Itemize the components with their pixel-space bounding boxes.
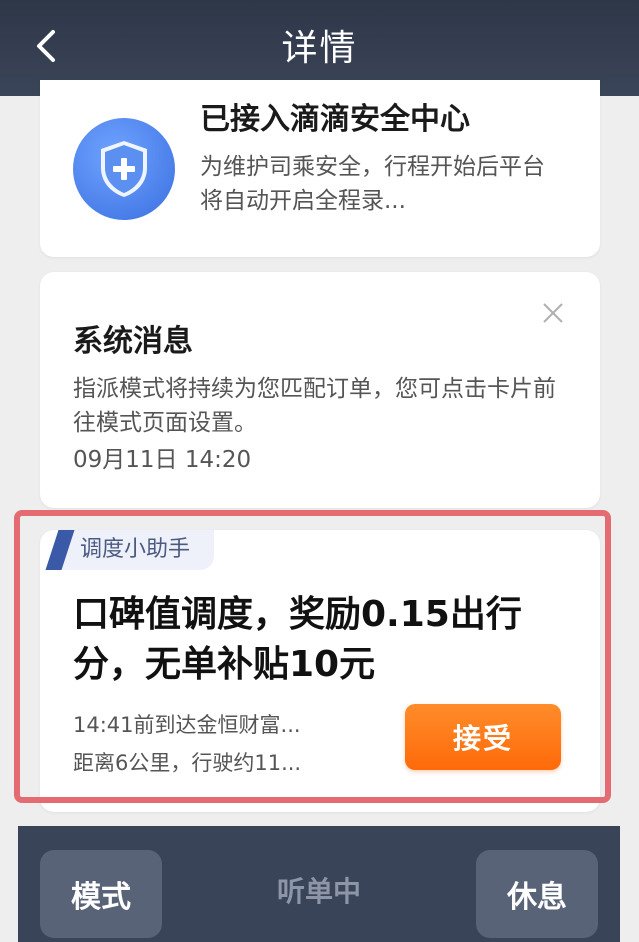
highlight-frame	[14, 510, 611, 803]
safety-title: 已接入滴滴安全中心	[200, 102, 470, 137]
system-message-body: 指派模式将持续为您匹配订单，您可点击卡片前往模式页面设置。	[73, 376, 556, 436]
system-message-time: 09月11日 14:20	[73, 447, 252, 473]
system-message-title: 系统消息	[73, 324, 193, 359]
page-title: 详情	[281, 28, 358, 69]
safety-center-card[interactable]: 已接入滴滴安全中心 为维护司乘安全，行程开始后平台将自动开启全程录...	[40, 80, 600, 257]
safety-description: 为维护司乘安全，行程开始后平台将自动开启全程录...	[200, 154, 545, 214]
shield-plus-icon	[73, 118, 175, 220]
bottom-action-bar: 模式 听单中 休息	[18, 826, 620, 942]
rest-button[interactable]: 休息	[476, 850, 598, 938]
close-icon[interactable]	[542, 300, 564, 330]
system-message-card[interactable]: 系统消息 指派模式将持续为您匹配订单，您可点击卡片前往模式页面设置。 09月11…	[40, 272, 600, 508]
